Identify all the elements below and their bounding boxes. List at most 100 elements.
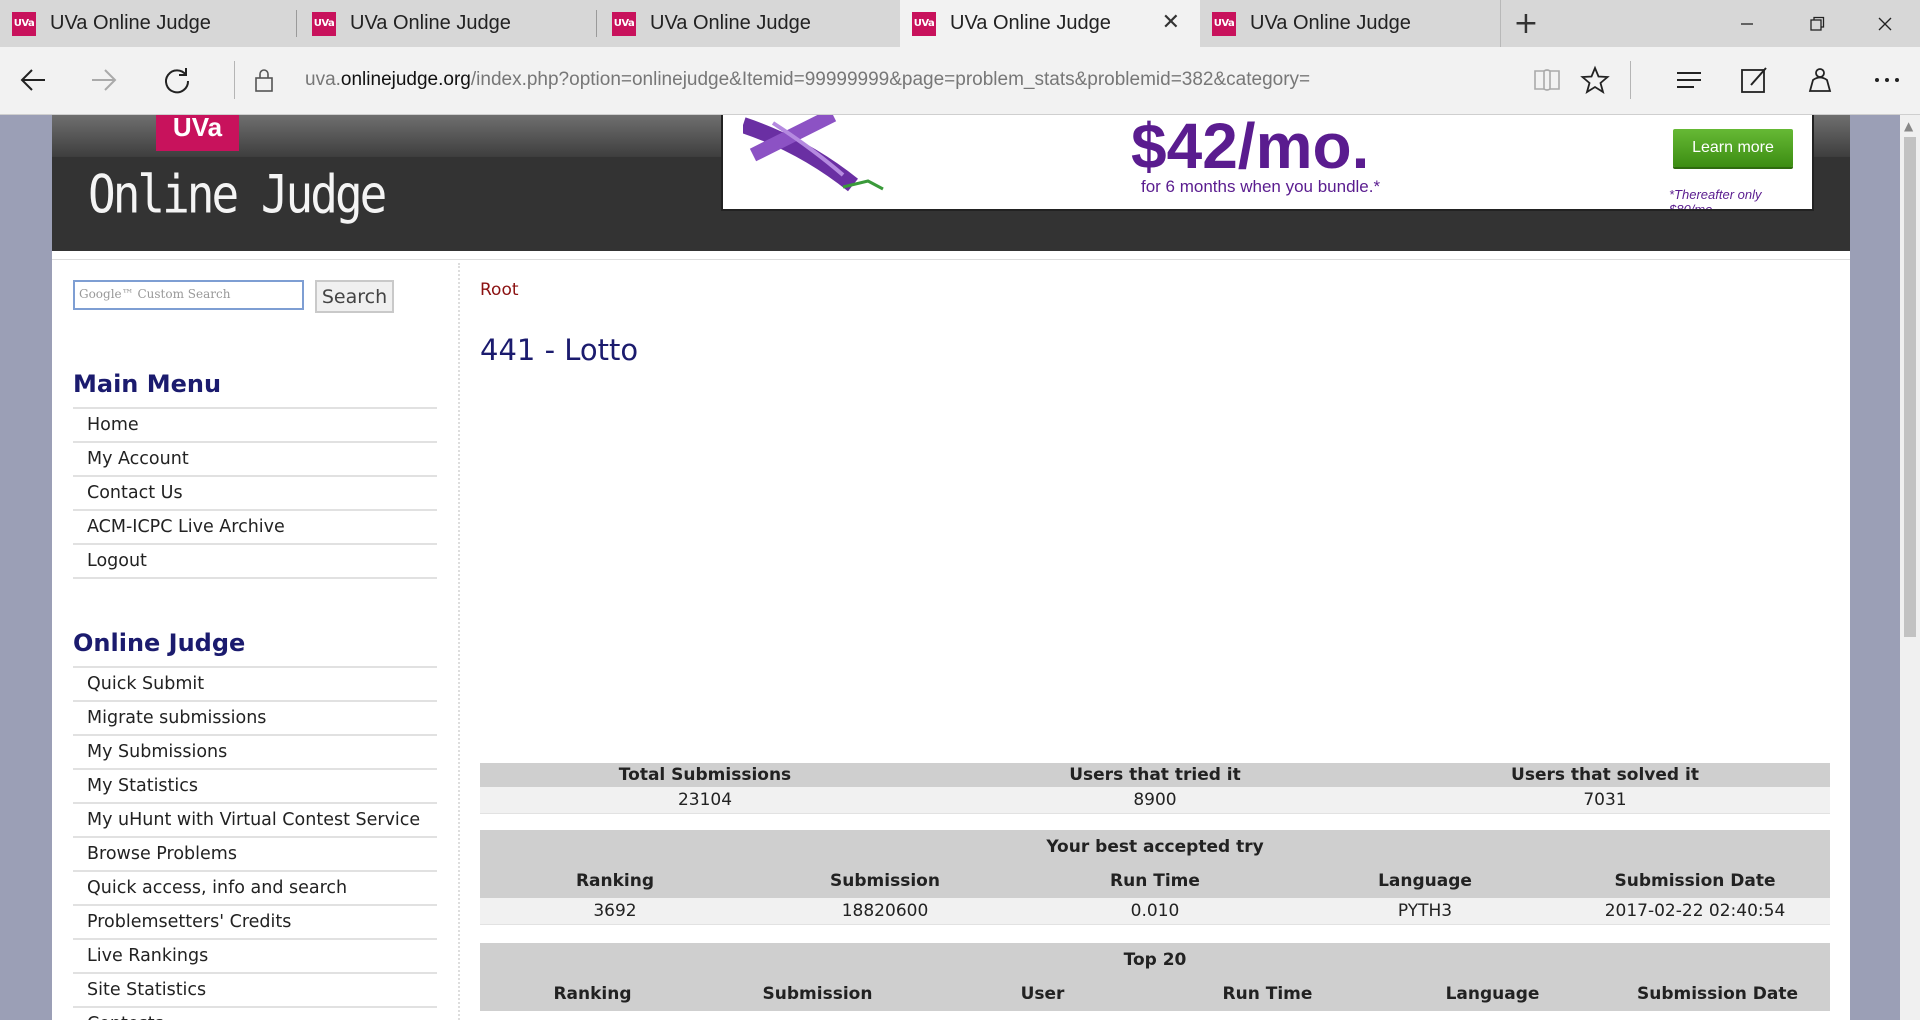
tab-title: UVa Online Judge <box>1250 12 1411 34</box>
browser-tab[interactable]: UVa UVa Online Judge <box>1200 0 1500 47</box>
menu-item-quick-access[interactable]: Quick access, info and search <box>73 872 437 906</box>
column-header: Total Submissions <box>480 763 930 787</box>
online-judge-menu-list: Quick Submit Migrate submissions My Subm… <box>73 666 437 1020</box>
tab-title: UVa Online Judge <box>950 12 1111 34</box>
table-caption-row: Your best accepted try <box>480 830 1830 864</box>
tab-title: UVa Online Judge <box>50 12 211 34</box>
users-tried-value: 8900 <box>930 787 1380 814</box>
column-header: Users that solved it <box>1380 763 1830 787</box>
column-header: Ranking <box>480 864 750 898</box>
favorite-star-icon[interactable] <box>1574 59 1616 101</box>
problem-title: 441 - Lotto <box>480 333 639 367</box>
restore-icon[interactable] <box>1782 0 1852 47</box>
refresh-icon[interactable] <box>154 57 200 103</box>
forward-arrow-icon[interactable] <box>81 57 127 103</box>
column-header: Ranking <box>480 977 705 1011</box>
column-header: Run Time <box>1020 864 1290 898</box>
url-text[interactable]: uva.onlinejudge.org/index.php?option=onl… <box>305 69 1310 91</box>
url-prefix: uva. <box>305 69 341 90</box>
column-header: Submission Date <box>1560 864 1830 898</box>
close-tab-icon[interactable]: ✕ <box>1162 12 1180 34</box>
lock-icon[interactable] <box>241 57 287 103</box>
uva-favicon-icon: UVa <box>12 11 36 36</box>
top20-table: Top 20 Ranking Submission User Run Time … <box>480 943 1830 1011</box>
ad-price: $42/mo. <box>1131 115 1370 182</box>
learn-more-button[interactable]: Learn more <box>1673 129 1793 167</box>
menu-item-contests[interactable]: Contests <box>73 1008 437 1020</box>
close-window-icon[interactable] <box>1850 0 1920 47</box>
uva-favicon-icon: UVa <box>1212 11 1236 36</box>
submission-date-value: 2017-02-22 02:40:54 <box>1560 898 1830 925</box>
top20-caption: Top 20 <box>480 943 1830 977</box>
online-judge-logo[interactable]: Online Judge <box>88 163 387 225</box>
reading-view-icon[interactable] <box>1526 59 1568 101</box>
menu-item-uhunt[interactable]: My uHunt with Virtual Contest Service <box>73 804 437 838</box>
search-button[interactable]: Search <box>315 280 394 313</box>
menu-item-my-statistics[interactable]: My Statistics <box>73 770 437 804</box>
share-icon[interactable] <box>1799 59 1841 101</box>
header-divider <box>52 259 1850 260</box>
ad-subtitle: for 6 months when you bundle.* <box>1141 177 1381 196</box>
menu-item-my-account[interactable]: My Account <box>73 443 437 477</box>
tab-title: UVa Online Judge <box>650 12 811 34</box>
uva-favicon-icon: UVa <box>912 11 936 36</box>
column-header: Submission Date <box>1605 977 1830 1011</box>
tab-separator <box>296 10 297 37</box>
table-header-row: Ranking Submission User Run Time Languag… <box>480 977 1830 1011</box>
search-placeholder: Google™ Custom Search <box>79 287 231 301</box>
advertisement-banner[interactable]: $42/mo. for 6 months when you bundle.* L… <box>721 115 1814 211</box>
new-tab-icon[interactable]: + <box>1500 0 1551 47</box>
submission-id-value: 18820600 <box>750 898 1020 925</box>
breadcrumb-root-link[interactable]: Root <box>480 280 519 300</box>
url-path: /index.php?option=onlinejudge&Itemid=999… <box>470 69 1311 90</box>
table-header-row: Ranking Submission Run Time Language Sub… <box>480 864 1830 898</box>
search-input[interactable]: Google™ Custom Search <box>73 280 304 310</box>
menu-item-my-submissions[interactable]: My Submissions <box>73 736 437 770</box>
users-solved-value: 7031 <box>1380 787 1830 814</box>
run-time-value: 0.010 <box>1020 898 1290 925</box>
menu-item-site-statistics[interactable]: Site Statistics <box>73 974 437 1008</box>
menu-item-problemsetters-credits[interactable]: Problemsetters' Credits <box>73 906 437 940</box>
address-bar: uva.onlinejudge.org/index.php?option=onl… <box>0 47 1920 115</box>
sidebar-divider <box>458 263 460 1020</box>
more-options-icon[interactable] <box>1866 59 1908 101</box>
language-value: PYTH3 <box>1290 898 1560 925</box>
browser-tab[interactable]: UVa UVa Online Judge <box>0 0 300 47</box>
menu-item-home[interactable]: Home <box>73 409 437 443</box>
menu-item-logout[interactable]: Logout <box>73 545 437 579</box>
menu-item-migrate-submissions[interactable]: Migrate submissions <box>73 702 437 736</box>
best-try-caption: Your best accepted try <box>480 830 1830 864</box>
ad-cable-graphic <box>743 115 884 192</box>
column-header: Users that tried it <box>930 763 1380 787</box>
back-arrow-icon[interactable] <box>10 57 56 103</box>
toolbar-separator <box>1630 61 1631 99</box>
best-try-table: Your best accepted try Ranking Submissio… <box>480 830 1830 925</box>
site-header: UVa Online Judge $42/mo. for 6 months wh… <box>52 115 1850 251</box>
scrollbar-thumb[interactable] <box>1904 137 1916 637</box>
uva-logo[interactable]: UVa <box>156 115 239 151</box>
column-header: Submission <box>750 864 1020 898</box>
submission-summary-table: Total Submissions Users that tried it Us… <box>480 763 1830 814</box>
web-note-icon[interactable] <box>1733 59 1775 101</box>
minimize-icon[interactable] <box>1712 0 1782 47</box>
menu-item-live-rankings[interactable]: Live Rankings <box>73 940 437 974</box>
browser-tab-active[interactable]: UVa UVa Online Judge ✕ <box>900 0 1200 47</box>
scroll-up-arrow-icon[interactable]: ▲ <box>1904 119 1913 133</box>
hub-icon[interactable] <box>1668 59 1710 101</box>
total-submissions-value: 23104 <box>480 787 930 814</box>
browser-tab[interactable]: UVa UVa Online Judge <box>300 0 600 47</box>
column-header: User <box>930 977 1155 1011</box>
main-menu-list: Home My Account Contact Us ACM-ICPC Live… <box>73 407 437 579</box>
main-menu-heading: Main Menu <box>73 370 222 398</box>
menu-item-contact-us[interactable]: Contact Us <box>73 477 437 511</box>
menu-item-browse-problems[interactable]: Browse Problems <box>73 838 437 872</box>
page-content: UVa Online Judge $42/mo. for 6 months wh… <box>52 115 1850 1020</box>
menu-item-quick-submit[interactable]: Quick Submit <box>73 668 437 702</box>
page-scrollbar[interactable]: ▲ <box>1900 115 1920 1020</box>
browser-tab[interactable]: UVa UVa Online Judge <box>600 0 900 47</box>
toolbar-separator <box>234 61 235 99</box>
menu-item-live-archive[interactable]: ACM-ICPC Live Archive <box>73 511 437 545</box>
column-header: Submission <box>705 977 930 1011</box>
tab-title: UVa Online Judge <box>350 12 511 34</box>
column-header: Run Time <box>1155 977 1380 1011</box>
